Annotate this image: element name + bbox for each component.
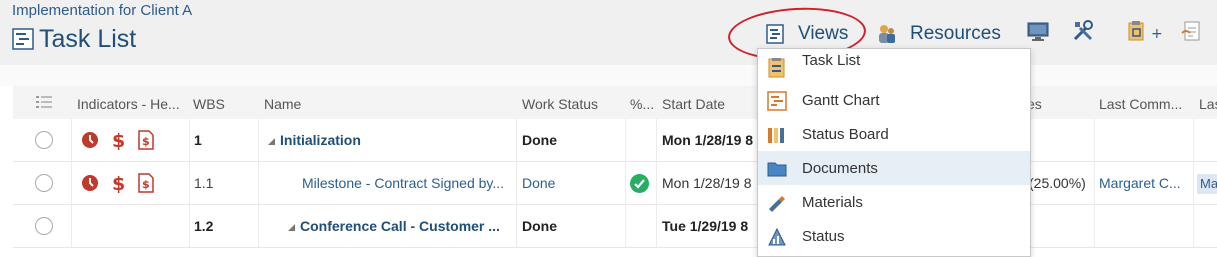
svg-text:$: $ [112, 173, 125, 193]
tools-icon[interactable] [1072, 20, 1094, 42]
svg-text:$: $ [142, 135, 150, 148]
dollar-icon: $ [112, 130, 125, 150]
document-dollar-icon: $ [138, 130, 154, 150]
row-start-date: Mon 1/28/19 8 [662, 132, 754, 148]
task-list-icon [768, 58, 785, 78]
check-icon [630, 174, 649, 193]
row-wbs: 1 [194, 132, 202, 148]
monitor-icon[interactable] [1027, 22, 1049, 42]
svg-text:$: $ [142, 178, 150, 191]
column-header-work-status[interactable]: Work Status [522, 86, 617, 119]
resources-icon [879, 25, 895, 43]
column-header-wbs[interactable]: WBS [193, 86, 253, 119]
menu-item-task-list[interactable]: Task List [758, 50, 1030, 84]
status-board-icon [768, 128, 784, 143]
row-name[interactable]: Conference Call - Customer ... [288, 205, 518, 247]
document-link-icon[interactable] [1180, 20, 1204, 42]
menu-item-materials[interactable]: Materials [758, 185, 1030, 219]
materials-icon [769, 196, 785, 212]
row-last-chip[interactable]: Ma [1197, 174, 1217, 194]
column-header-last[interactable]: Las [1199, 86, 1217, 119]
column-header-partial[interactable]: es [1027, 86, 1067, 119]
row-wbs: 1.2 [194, 218, 214, 234]
row-name[interactable]: Initialization [268, 119, 508, 161]
clock-icon [82, 132, 98, 148]
page-title: Task List [12, 22, 136, 56]
row-start-date: Mon 1/28/19 8 [662, 175, 752, 191]
table-row[interactable]: $ $ 1.1 Milestone - Contract Signed by..… [13, 162, 1217, 205]
clock-icon [82, 175, 98, 191]
row-work-status: Done [522, 175, 556, 191]
menu-item-documents[interactable]: Documents [758, 151, 1030, 185]
row-work-status: Done [522, 218, 557, 234]
row-select-radio[interactable] [35, 131, 53, 149]
svg-text:$: $ [112, 130, 125, 150]
table-row[interactable]: 1.2 Conference Call - Customer ... Done … [13, 205, 1217, 248]
menu-item-status[interactable]: Status [758, 219, 1030, 253]
column-header-percent[interactable]: %... [630, 86, 660, 119]
status-icon [768, 227, 786, 246]
resources-label: Resources [910, 23, 1001, 44]
menu-item-gantt-chart[interactable]: Gantt Chart [758, 83, 1030, 117]
column-header-indicators[interactable]: Indicators - He... [77, 86, 187, 119]
table-row[interactable]: $ $ 1 Initialization Done Mon 1/28/19 8 [13, 119, 1217, 162]
row-last-comment[interactable]: Margaret C... [1099, 162, 1191, 204]
column-header-name[interactable]: Name [264, 86, 504, 119]
column-header-last-comment[interactable]: Last Comm... [1099, 86, 1189, 119]
collapse-icon[interactable] [268, 137, 275, 145]
column-chooser-icon[interactable] [36, 95, 52, 109]
row-name[interactable]: Milestone - Contract Signed by... [302, 162, 514, 204]
column-header-start-date[interactable]: Start Date [662, 86, 757, 119]
dollar-icon: $ [112, 173, 125, 193]
row-work-status: Done [522, 132, 557, 148]
row-percent-value: (25.00%) [1029, 175, 1086, 191]
collapse-icon[interactable] [288, 223, 295, 231]
gantt-chart-icon [767, 91, 787, 111]
clipboard-add-icon[interactable]: + [1127, 20, 1163, 42]
views-dropdown-menu: Task List Gantt Chart Status Board Docum… [757, 48, 1031, 257]
document-dollar-icon: $ [138, 173, 154, 193]
task-list-icon [12, 28, 34, 50]
row-wbs: 1.1 [194, 175, 214, 191]
resources-button[interactable]: Resources [876, 20, 1001, 48]
project-name[interactable]: Implementation for Client A [12, 2, 192, 19]
grid-spacer [0, 65, 1217, 86]
menu-item-status-board[interactable]: Status Board [758, 117, 1030, 151]
svg-text:+: + [1151, 26, 1163, 42]
row-start-date: Tue 1/29/19 8 [662, 218, 749, 234]
row-select-radio[interactable] [35, 217, 53, 235]
folder-icon [767, 162, 787, 177]
page-title-text: Task List [39, 24, 137, 53]
row-select-radio[interactable] [35, 174, 53, 192]
grid-header: Indicators - He... WBS Name Work Status … [13, 86, 1217, 120]
